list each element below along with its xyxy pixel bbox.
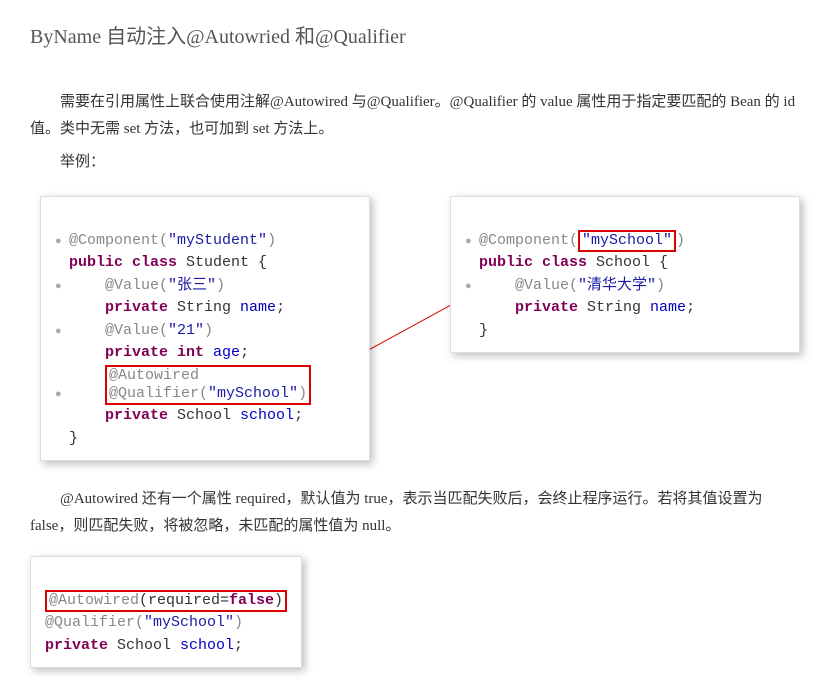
autowired-qualifier-highlight: @Autowired @Qualifier("mySchool") — [105, 365, 311, 405]
code-figures-row: ●@Component("myStudent") public class St… — [30, 196, 804, 456]
paragraph-required: @Autowired 还有一个属性 required，默认值为 true，表示当… — [30, 486, 804, 540]
myschool-highlight: "mySchool" — [578, 230, 676, 252]
student-code-box: ●@Component("myStudent") public class St… — [40, 196, 370, 461]
page-title: ByName 自动注入@Autowried 和@Qualifier — [30, 20, 804, 49]
school-code-box: ●@Component("mySchool") public class Sch… — [450, 196, 800, 353]
paragraph-example-label: 举例： — [30, 149, 804, 176]
paragraph-1: 需要在引用属性上联合使用注解@Autowired 与@Qualifier。@Qu… — [30, 89, 804, 143]
required-false-highlight: @Autowired(required=false) — [45, 590, 287, 612]
required-false-code-box: @Autowired(required=false) @Qualifier("m… — [30, 556, 302, 668]
